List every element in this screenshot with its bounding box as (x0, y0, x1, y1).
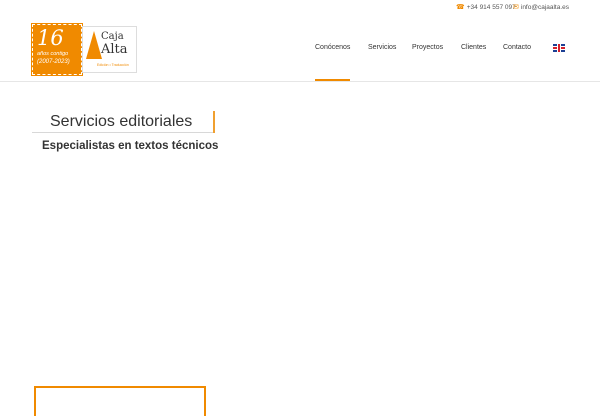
nav-item-clientes[interactable]: Clientes (461, 44, 486, 51)
logo-word1: Caja (101, 31, 124, 42)
nav-item-contacto[interactable]: Contacto (503, 44, 531, 51)
top-contact-bar: ☎ +34 914 557 097 ✉ info@cajaalta.es (0, 0, 600, 18)
phone-icon: ☎ (456, 4, 465, 11)
badge-number: 16 (37, 26, 64, 50)
title-underline (32, 132, 214, 133)
badge-line1: años contigo (37, 51, 69, 57)
phone-contact[interactable]: ☎ +34 914 557 097 (456, 4, 516, 12)
nav-item-conocenos[interactable]: Conócenos (315, 44, 350, 51)
bottom-content-box (34, 386, 206, 416)
page-title: Servicios editoriales (50, 113, 193, 130)
title-accent-bar (213, 111, 215, 133)
badge-line2: (2007-2023) (37, 59, 70, 65)
logo-a-icon (86, 31, 102, 59)
uk-flag-icon[interactable] (553, 44, 565, 52)
nav-item-proyectos[interactable]: Proyectos (412, 44, 443, 51)
phone-number: +34 914 557 097 (466, 4, 516, 11)
logo-tagline: Edición • Traducción (97, 63, 129, 67)
page-subtitle: Especialistas en textos técnicos (42, 140, 219, 152)
nav-item-servicios[interactable]: Servicios (368, 44, 396, 51)
anniversary-badge: 16 años contigo (2007-2023) (31, 23, 83, 76)
email-contact[interactable]: ✉ info@cajaalta.es (513, 4, 569, 12)
nav-active-indicator (315, 79, 350, 81)
logo-word2: Alta (101, 42, 128, 57)
flag-cross-vertical (557, 44, 561, 52)
site-logo[interactable]: 16 años contigo (2007-2023) Caja Alta Ed… (31, 23, 138, 76)
logo-mark-box: Caja Alta Edición • Traducción (82, 26, 137, 73)
email-address: info@cajaalta.es (520, 4, 570, 11)
envelope-icon: ✉ (513, 4, 519, 11)
site-header: 16 años contigo (2007-2023) Caja Alta Ed… (0, 17, 600, 82)
